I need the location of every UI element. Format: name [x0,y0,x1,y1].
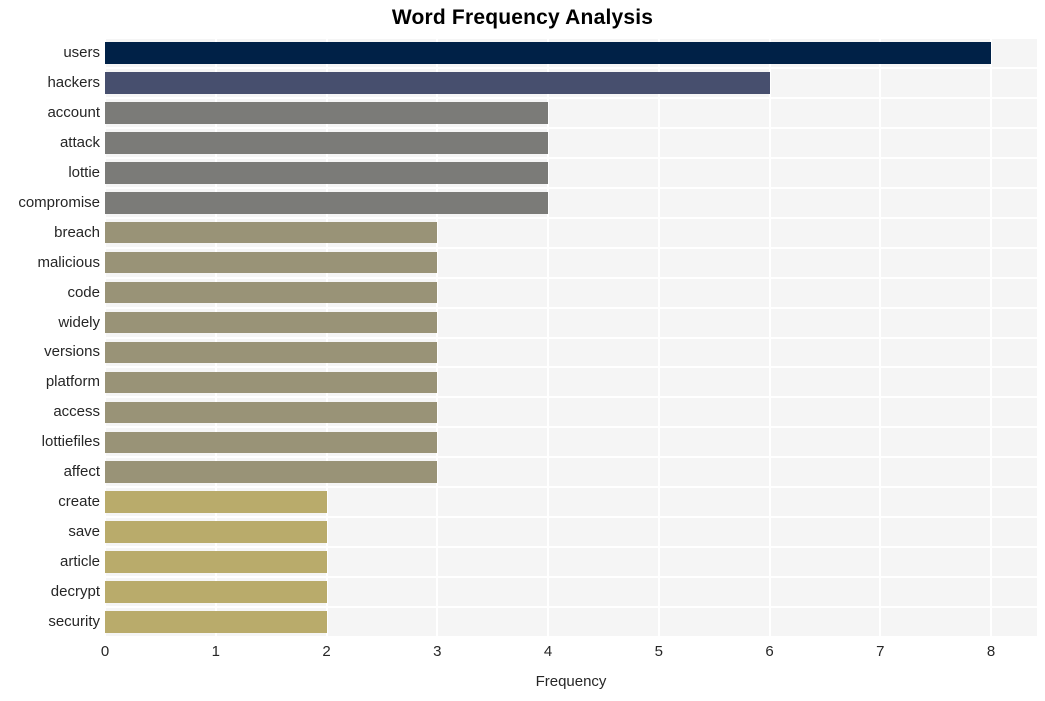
bar-malicious [105,251,438,274]
bar-lottiefiles [105,431,438,454]
horizontal-gridline [105,126,1037,129]
bar-fill [105,431,438,454]
horizontal-gridline [105,636,1037,637]
bar-fill [105,521,327,543]
horizontal-gridline [105,486,1037,489]
y-tick-label-account: account [47,103,100,121]
horizontal-gridline [105,66,1037,69]
plot-area [105,38,1037,637]
horizontal-gridline [105,246,1037,249]
bar-hackers [105,72,770,94]
y-tick-label-code: code [67,283,100,301]
y-tick-label-affect: affect [63,463,100,481]
bar-article [105,551,327,573]
bar-platform [105,371,438,394]
bar-affect [105,461,438,484]
bar-fill [105,281,438,304]
horizontal-gridline [105,606,1037,609]
x-tick-label-6: 6 [765,643,774,660]
bar-account [105,102,548,124]
horizontal-gridline [105,396,1037,399]
y-tick-label-malicious: malicious [37,253,100,271]
bar-breach [105,221,438,244]
bar-access [105,401,438,424]
x-axis-label: Frequency [535,673,607,690]
horizontal-gridline [105,456,1037,459]
page-title: Word Frequency Analysis [391,6,654,29]
bar-users [105,42,991,64]
bar-create [105,491,327,513]
y-tick-label-lottiefiles: lottiefiles [41,433,100,451]
bar-code [105,281,438,304]
horizontal-gridline [105,366,1037,369]
bar-fill [105,491,327,513]
horizontal-gridline [105,38,1037,39]
bar-compromise [105,191,548,214]
bar-versions [105,341,438,364]
bar-save [105,521,327,543]
y-tick-label-article: article [59,553,100,571]
horizontal-gridline [105,576,1037,579]
y-tick-label-access: access [53,403,100,421]
bar-decrypt [105,581,327,603]
bar-fill [105,461,438,484]
bar-fill [105,42,991,64]
horizontal-gridline [105,186,1037,189]
x-tick-label-5: 5 [654,643,663,660]
bar-fill [105,371,438,394]
bar-fill [105,311,438,334]
x-tick-label-3: 3 [433,643,442,660]
horizontal-gridline [105,276,1037,279]
y-tick-label-attack: attack [59,133,100,151]
horizontal-gridline [105,426,1037,429]
y-tick-label-versions: versions [44,343,100,361]
y-tick-label-breach: breach [54,223,100,241]
bar-fill [105,102,548,124]
bar-fill [105,401,438,424]
bar-attack [105,132,548,154]
bar-fill [105,341,438,364]
y-tick-label-lottie: lottie [68,163,100,181]
x-tick-label-2: 2 [322,643,331,660]
y-tick-label-decrypt: decrypt [50,583,100,601]
x-tick-label-8: 8 [986,643,996,660]
horizontal-gridline [105,216,1037,219]
y-tick-label-users: users [63,43,100,61]
horizontal-gridline [105,96,1037,99]
horizontal-gridline [105,546,1037,549]
y-tick-label-platform: platform [45,373,100,391]
x-tick-label-7: 7 [876,643,885,660]
bar-fill [105,581,327,603]
y-tick-label-security: security [48,613,100,631]
x-tick-label-1: 1 [211,643,220,660]
bar-fill [105,221,438,244]
bar-fill [105,251,438,274]
chart-figure: Word Frequency Analysis users hackers acco… [0,0,1045,701]
x-tick-label-0: 0 [100,643,110,660]
x-axis-tick-labels: 0 1 2 3 4 5 6 7 8 [101,643,1037,667]
horizontal-gridline [105,336,1037,339]
bar-lottie [105,161,548,184]
bar-fill [105,72,770,94]
bar-fill [105,191,548,214]
bar-fill [105,551,327,573]
bar-fill [105,611,327,633]
bar-widely [105,311,438,334]
bar-fill [105,161,548,184]
bar-fill [105,132,548,154]
horizontal-gridline [105,306,1037,309]
horizontal-gridline [105,156,1037,159]
x-tick-label-4: 4 [543,643,553,660]
y-tick-label-widely: widely [58,313,100,331]
bar-security [105,611,327,633]
y-tick-label-compromise: compromise [18,193,100,211]
y-axis-tick-labels: users hackers account attack lottie compromis… [0,38,100,637]
y-tick-label-hackers: hackers [47,73,100,91]
horizontal-gridline [105,516,1037,519]
y-tick-label-create: create [58,493,100,511]
y-tick-label-save: save [68,523,100,541]
